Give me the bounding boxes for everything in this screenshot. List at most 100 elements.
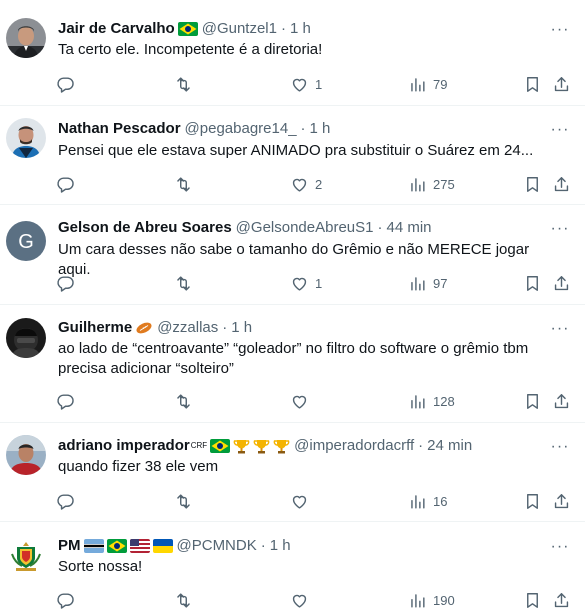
tweet[interactable]: Nathan Pescador @pegabagre14_ · 1 h ··· …	[0, 106, 585, 205]
views-button[interactable]: 79	[408, 72, 447, 96]
avatar[interactable]	[6, 318, 46, 358]
tweet[interactable]: Jair de Carvalho @Guntzel1 · 1 h ··· Ta …	[0, 0, 585, 106]
timestamp[interactable]: 1 h	[290, 19, 311, 39]
avatar-letter-icon: G	[6, 221, 46, 261]
botswana-flag-icon	[83, 539, 104, 553]
reply-button[interactable]	[56, 172, 75, 196]
brazil-flag-icon	[210, 439, 231, 453]
tweet-text-line: precisa adicionar “solteiro”	[58, 360, 234, 377]
reply-icon	[56, 591, 75, 610]
share-button[interactable]	[552, 389, 571, 413]
share-button[interactable]	[552, 172, 571, 196]
author-name[interactable]: Gelson de Abreu Soares	[58, 218, 232, 238]
like-button[interactable]: 1	[290, 271, 322, 295]
reply-button[interactable]	[56, 489, 75, 513]
tweet[interactable]: PM @PCMNDK · 1 h ··· Sorte nossa! 190	[0, 522, 585, 613]
avatar[interactable]: G	[6, 221, 46, 261]
views-button[interactable]: 128	[408, 389, 455, 413]
views-button[interactable]: 97	[408, 271, 447, 295]
view-count: 128	[433, 393, 455, 409]
more-icon[interactable]: ···	[549, 20, 571, 40]
author-name[interactable]: adriano imperador	[58, 436, 190, 456]
views-icon	[408, 175, 427, 194]
more-icon[interactable]: ···	[549, 219, 571, 239]
views-button[interactable]: 275	[408, 172, 455, 196]
tweet-text-line: ao lado de “centroavante” “goleador” no …	[58, 340, 529, 357]
more-icon[interactable]: ···	[549, 537, 571, 557]
author-name[interactable]: PM	[58, 536, 81, 556]
retweet-button[interactable]	[174, 489, 193, 513]
timestamp[interactable]: 24 min	[427, 436, 472, 456]
share-button[interactable]	[552, 489, 571, 513]
tweet[interactable]: adriano imperador CRF @imperadordacrff ·…	[0, 423, 585, 522]
author-handle[interactable]: @imperadordacrff	[294, 436, 414, 456]
timestamp[interactable]: 1 h	[310, 119, 331, 139]
view-count: 16	[433, 493, 448, 509]
author-handle[interactable]: @PCMNDK	[177, 536, 257, 556]
views-button[interactable]: 16	[408, 489, 447, 513]
reply-icon	[56, 175, 75, 194]
retweet-button[interactable]	[174, 271, 193, 295]
author-handle[interactable]: @GelsondeAbreuS1	[236, 218, 374, 238]
like-button[interactable]: 1	[290, 72, 322, 96]
author-handle[interactable]: @Guntzel1	[202, 19, 277, 39]
heart-icon	[290, 591, 309, 610]
more-icon[interactable]: ···	[549, 437, 571, 457]
retweet-icon	[174, 492, 193, 511]
avatar[interactable]	[6, 18, 46, 58]
like-button[interactable]	[290, 489, 315, 513]
retweet-button[interactable]	[174, 172, 193, 196]
timestamp[interactable]: 1 h	[270, 536, 291, 556]
avatar-man-suit-icon	[6, 18, 46, 58]
usa-flag-icon	[129, 539, 150, 553]
separator: ·	[260, 537, 266, 554]
retweet-button[interactable]	[174, 588, 193, 612]
author-name[interactable]: Nathan Pescador	[58, 119, 181, 139]
timestamp[interactable]: 1 h	[231, 318, 252, 338]
views-button[interactable]: 190	[408, 588, 455, 612]
share-button[interactable]	[552, 72, 571, 96]
bookmark-icon	[523, 75, 542, 94]
author-handle[interactable]: @zzallas	[157, 318, 218, 338]
like-button[interactable]	[290, 389, 315, 413]
bookmark-button[interactable]	[523, 389, 542, 413]
reply-button[interactable]	[56, 271, 75, 295]
author-name[interactable]: Guilherme	[58, 318, 132, 338]
heart-icon	[290, 175, 309, 194]
retweet-button[interactable]	[174, 72, 193, 96]
timestamp[interactable]: 44 min	[386, 218, 431, 238]
retweet-button[interactable]	[174, 389, 193, 413]
more-icon[interactable]: ···	[549, 120, 571, 140]
reply-button[interactable]	[56, 588, 75, 612]
avatar[interactable]	[6, 118, 46, 158]
reply-button[interactable]	[56, 389, 75, 413]
like-button[interactable]: 2	[290, 172, 322, 196]
like-button[interactable]	[290, 588, 315, 612]
bookmark-button[interactable]	[523, 489, 542, 513]
tweet-actions: 128	[50, 389, 585, 413]
heart-icon	[290, 274, 309, 293]
bookmark-button[interactable]	[523, 271, 542, 295]
tweet-text: Ta certo ele. Incompetente é a diretoria…	[58, 41, 323, 58]
separator: ·	[222, 319, 228, 336]
bookmark-button[interactable]	[523, 172, 542, 196]
share-button[interactable]	[552, 588, 571, 612]
tweet-text: quando fizer 38 ele vem	[58, 458, 219, 475]
tweet[interactable]: Guilherme @zzallas · 1 h ··· ao lado de …	[0, 305, 585, 423]
separator: ·	[280, 20, 286, 37]
reply-button[interactable]	[56, 72, 75, 96]
author-handle[interactable]: @pegabagre14_	[185, 119, 297, 139]
like-count: 1	[315, 275, 323, 291]
reply-icon	[56, 392, 75, 411]
share-icon	[552, 175, 571, 194]
bookmark-button[interactable]	[523, 588, 542, 612]
views-icon	[408, 492, 427, 511]
tweet[interactable]: G Gelson de Abreu Soares @GelsondeAbreuS…	[0, 205, 585, 305]
heart-icon	[290, 392, 309, 411]
author-name[interactable]: Jair de Carvalho	[58, 19, 175, 39]
avatar[interactable]	[6, 435, 46, 475]
bookmark-button[interactable]	[523, 72, 542, 96]
avatar[interactable]	[6, 536, 46, 576]
more-icon[interactable]: ···	[549, 319, 571, 339]
share-button[interactable]	[552, 271, 571, 295]
